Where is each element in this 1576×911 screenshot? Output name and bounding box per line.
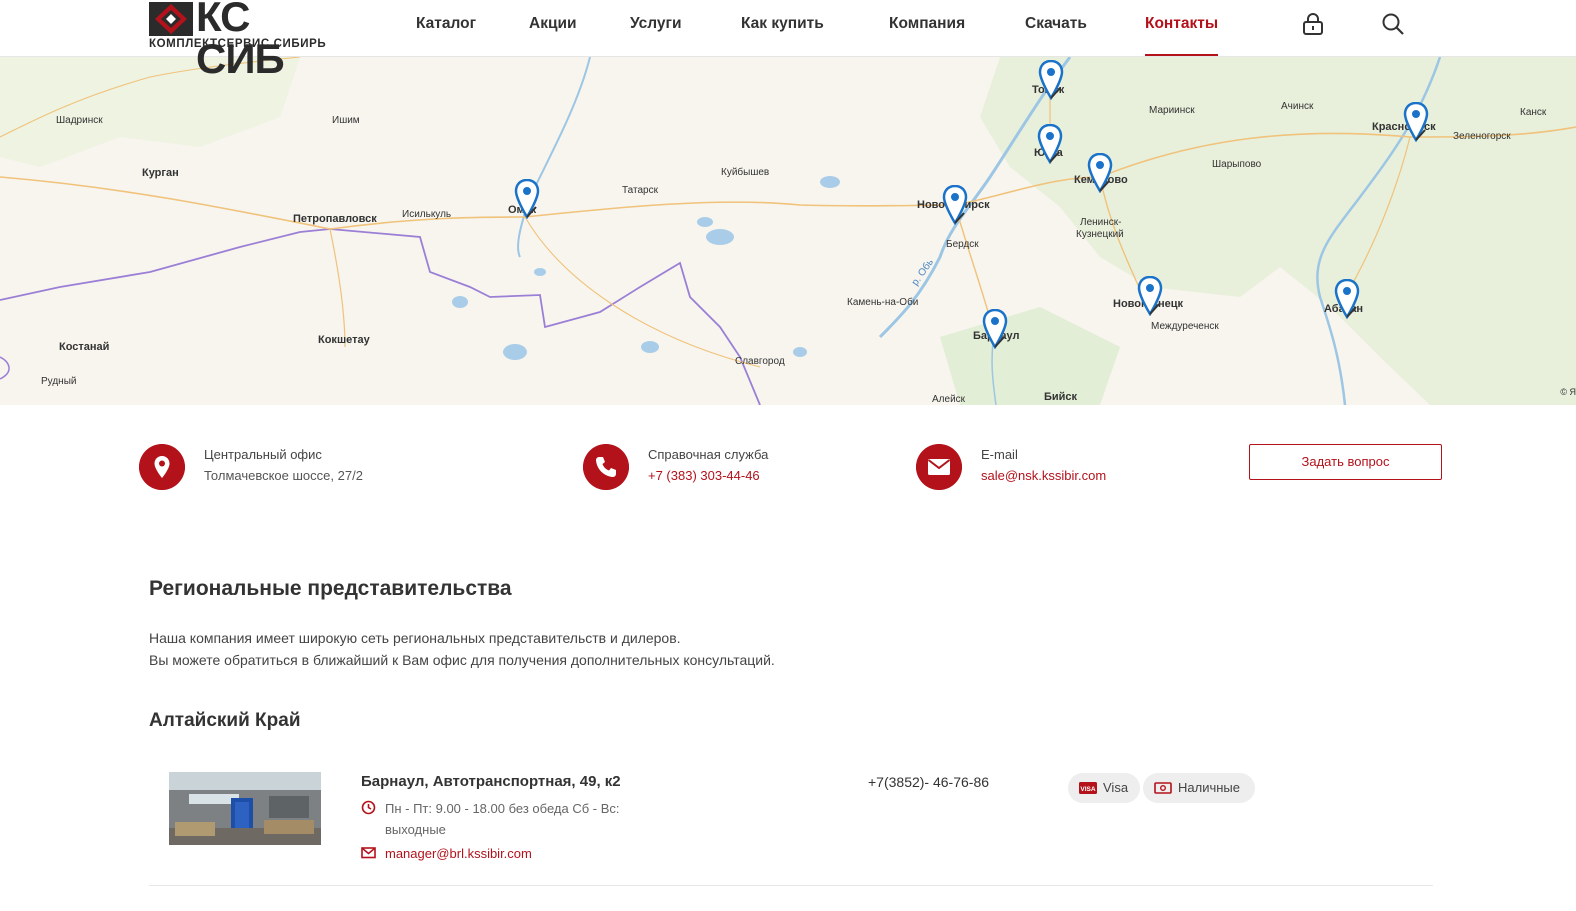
contact-email-link[interactable]: sale@nsk.kssibir.com [981, 468, 1106, 483]
city-label: Кокшетау [318, 334, 370, 346]
map-pin-icon[interactable] [1334, 279, 1360, 319]
city-label: Камень-на-Оби [847, 297, 919, 308]
nav-download[interactable]: Скачать [1025, 15, 1087, 33]
city-label: Татарск [622, 185, 658, 196]
office-photo-image [169, 772, 321, 845]
map-pin-icon[interactable] [1037, 124, 1063, 164]
city-label: Шадринск [56, 115, 103, 126]
logo-subtitle: КОМПЛЕКТСЕРВИС СИБИРЬ [149, 38, 327, 50]
envelope-icon [361, 847, 376, 859]
office-email-link[interactable]: manager@brl.kssibir.com [385, 843, 645, 864]
contact-email-title: E-mail [981, 447, 1018, 462]
section-text-line: Вы можете обратиться в ближайший к Вам о… [149, 652, 775, 668]
city-label: Рудный [41, 376, 77, 387]
region-title: Алтайский Край [149, 710, 301, 731]
city-label: Междуреченск [1151, 321, 1219, 332]
city-label: Ачинск [1281, 101, 1314, 112]
divider [149, 885, 1433, 886]
payment-cash-label: Наличные [1178, 780, 1240, 795]
map-pin-icon[interactable] [1137, 276, 1163, 316]
city-label: Бийск [1044, 391, 1078, 403]
city-label: Курган [142, 167, 179, 179]
ask-question-button[interactable]: Задать вопрос [1249, 444, 1442, 480]
section-text-line: Наша компания имеет широкую сеть региона… [149, 630, 681, 646]
map-pin-icon[interactable] [1403, 102, 1429, 142]
city-label: Славгород [735, 356, 785, 367]
map-background [0, 57, 1576, 405]
clock-icon [361, 800, 376, 815]
payment-cash-badge: Наличные [1143, 773, 1255, 803]
logo[interactable]: КС СИБ КОМПЛЕКТСЕРВИС СИБИРЬ [149, 0, 339, 80]
contact-phone-link[interactable]: +7 (383) 303-44-46 [648, 468, 760, 483]
city-label: Шарыпово [1212, 159, 1262, 170]
city-label: Кузнецкий [1076, 229, 1124, 240]
logo-mark-icon [149, 2, 193, 36]
nav-services[interactable]: Услуги [630, 15, 682, 33]
payment-visa-label: Visa [1103, 780, 1129, 795]
svg-text:VISA: VISA [1080, 786, 1095, 793]
nav-active-underline [1145, 54, 1218, 56]
city-label: Петропавловск [293, 213, 377, 225]
city-label: Ишим [332, 115, 360, 126]
cash-icon [1154, 782, 1172, 794]
nav-how-to-buy[interactable]: Как купить [741, 15, 824, 33]
location-pin-icon [139, 444, 185, 490]
nav-company[interactable]: Компания [889, 15, 965, 33]
site-header: КС СИБ КОМПЛЕКТСЕРВИС СИБИРЬ Каталог Акц… [0, 0, 1576, 80]
city-label: Костанай [59, 341, 110, 353]
map-pin-icon[interactable] [982, 309, 1008, 349]
map-pin-icon[interactable] [1087, 153, 1113, 193]
phone-icon [583, 444, 629, 490]
map-copyright: © Я [1560, 387, 1576, 397]
nav-contacts[interactable]: Контакты [1145, 15, 1218, 33]
contact-office-address: Толмачевское шоссе, 27/2 [204, 468, 363, 483]
search-icon[interactable] [1381, 12, 1405, 36]
contact-phone-title: Справочная служба [648, 447, 769, 462]
payment-visa-badge: VISA Visa [1068, 773, 1140, 803]
map-pin-icon[interactable] [1038, 60, 1064, 100]
nav-promotions[interactable]: Акции [529, 15, 577, 33]
nav-catalog[interactable]: Каталог [416, 15, 476, 33]
city-label: Куйбышев [721, 167, 770, 178]
city-label: Ленинск- [1080, 217, 1122, 228]
offices-map[interactable]: Шадринск Ишим Курган Петропавловск Исиль… [0, 57, 1576, 405]
map-pin-icon[interactable] [942, 185, 968, 225]
city-label: Мариинск [1149, 105, 1195, 116]
envelope-icon [916, 444, 962, 490]
office-photo[interactable] [169, 772, 321, 845]
section-title: Региональные представительства [149, 577, 512, 600]
office-hours-text: Пн - Пт: 9.00 - 18.00 без обеда Сб - Вс:… [385, 801, 620, 837]
office-title[interactable]: Барнаул, Автотранспортная, 49, к2 [361, 773, 621, 790]
map-pin-icon[interactable] [514, 179, 540, 219]
visa-icon: VISA [1079, 782, 1097, 794]
city-label: Зеленогорск [1453, 131, 1511, 142]
city-label: Алейск [932, 394, 966, 405]
city-label: Исилькуль [402, 209, 452, 220]
office-phone[interactable]: +7(3852)- 46-76-86 [868, 774, 989, 790]
city-label: Бердск [946, 239, 979, 250]
lock-icon[interactable] [1301, 12, 1325, 36]
contact-office-title: Центральный офис [204, 447, 322, 462]
city-label: Канск [1520, 107, 1547, 118]
